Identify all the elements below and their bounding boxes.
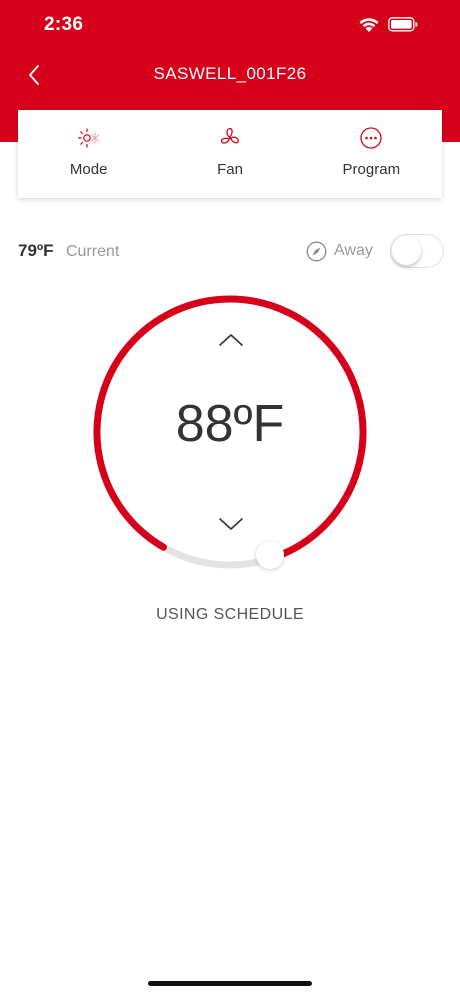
control-menu: Mode Fan Program — [18, 110, 442, 198]
nav-bar: SASWELL_001F26 — [0, 50, 460, 100]
setpoint-temperature: 88ºF — [175, 395, 285, 453]
schedule-status: USING SCHEDULE — [156, 606, 304, 623]
current-label: Current — [65, 243, 120, 260]
status-bar: 2:36 — [0, 0, 460, 50]
status-icons — [356, 15, 436, 35]
decrease-temp-button[interactable] — [217, 516, 245, 532]
mode-sun-snow-icon — [77, 128, 99, 148]
mode-button[interactable]: Mode — [18, 110, 159, 198]
away-label: Away — [334, 242, 373, 259]
wifi-icon — [359, 18, 379, 32]
program-button[interactable]: Program — [301, 110, 442, 198]
away-row: Away — [306, 234, 444, 270]
current-temperature-row: 79ºF Current — [18, 241, 119, 265]
fan-label: Fan — [217, 161, 243, 178]
toggle-knob — [392, 236, 421, 265]
mode-label: Mode — [69, 161, 108, 178]
temperature-dial[interactable]: 88ºF — [92, 294, 368, 570]
current-temperature: 79ºF — [18, 241, 54, 260]
away-toggle[interactable] — [390, 234, 444, 268]
dial-handle[interactable] — [256, 541, 284, 569]
compass-icon — [306, 241, 327, 262]
page-title: SASWELL_001F26 — [153, 64, 307, 83]
status-time: 2:36 — [44, 14, 84, 35]
home-indicator[interactable] — [148, 981, 312, 986]
more-dots-icon — [360, 127, 382, 149]
increase-temp-button[interactable] — [217, 332, 245, 348]
program-label: Program — [342, 161, 401, 178]
fan-icon — [220, 127, 239, 144]
fan-button[interactable]: Fan — [159, 110, 300, 198]
battery-icon — [388, 17, 418, 32]
